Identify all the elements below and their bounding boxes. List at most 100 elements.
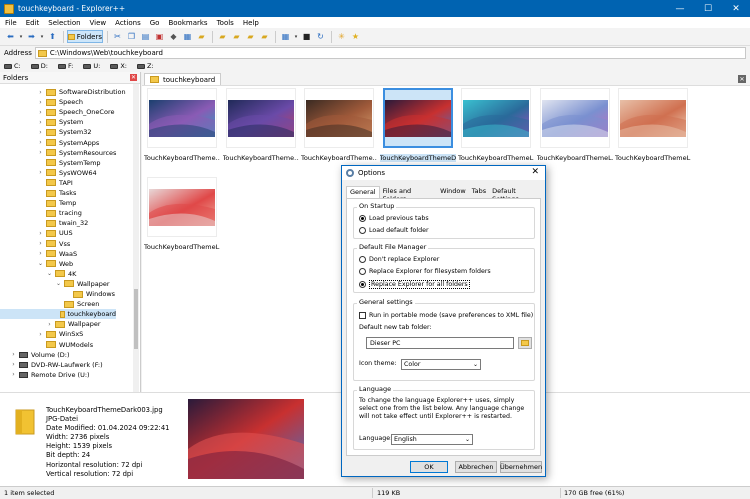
tree-item[interactable]: › Vss <box>0 239 70 249</box>
back-icon[interactable]: ⬅ <box>4 30 17 43</box>
chevron-down-icon[interactable]: ▾ <box>18 30 24 43</box>
tab-touchkeyboard[interactable]: touchkeyboard <box>144 73 222 85</box>
cut-icon[interactable]: ✂ <box>111 30 124 43</box>
tree-item[interactable]: › Speech <box>0 97 83 107</box>
menu-actions[interactable]: Actions <box>110 19 145 27</box>
add-bookmark-icon[interactable]: ✳ <box>335 30 348 43</box>
chevron-down-icon[interactable]: ⌄ <box>46 270 53 277</box>
file-thumbnail[interactable]: TouchKeyboardTheme... <box>144 86 220 166</box>
move-to-icon[interactable]: ▦ <box>181 30 194 43</box>
tree-item[interactable]: WUModels <box>0 340 93 350</box>
drive-d[interactable]: D: <box>30 62 48 70</box>
tree-item[interactable]: › SystemResources <box>0 148 116 158</box>
properties-icon[interactable]: ◆ <box>167 30 180 43</box>
ok-button[interactable]: OK <box>410 461 448 473</box>
drive-u[interactable]: U: <box>83 62 100 70</box>
file-thumbnail[interactable]: TouchKeyboardThemeL... <box>537 86 613 166</box>
minimize-button[interactable]: — <box>666 0 694 17</box>
new-folder-icon[interactable]: ▰ <box>195 30 208 43</box>
tree-item[interactable]: Temp <box>0 198 76 208</box>
folder-action-icon[interactable]: ▰ <box>258 30 271 43</box>
tree-item[interactable]: › SystemApps <box>0 138 99 148</box>
move-folder-icon[interactable]: ▰ <box>230 30 243 43</box>
close-icon[interactable]: ✕ <box>130 74 137 81</box>
tree-item[interactable]: › Speech_OneCore <box>0 107 114 117</box>
address-input[interactable]: C:\Windows\Web\touchkeyboard <box>34 47 746 59</box>
drive-c[interactable]: C: <box>4 62 21 70</box>
tab-general[interactable]: General <box>346 186 380 198</box>
chevron-right-icon[interactable]: › <box>46 321 53 328</box>
portable-mode-checkbox[interactable]: Run in portable mode (save preferences t… <box>359 312 533 319</box>
new-tab-folder-input[interactable]: Dieser PC <box>366 337 514 349</box>
load-default-folder-radio[interactable]: Load default folder <box>359 227 429 234</box>
chevron-right-icon[interactable]: › <box>10 371 17 378</box>
bookmarks-icon[interactable]: ★ <box>349 30 362 43</box>
tree-item[interactable]: twain_32 <box>0 218 88 228</box>
chevron-down-icon[interactable]: ⌄ <box>37 260 44 267</box>
chevron-right-icon[interactable]: › <box>37 250 44 257</box>
replace-filesystem-radio[interactable]: Replace Explorer for filesystem folders <box>359 268 491 275</box>
copy-icon[interactable]: ❐ <box>125 30 138 43</box>
copy-to-icon[interactable]: ▰ <box>216 30 229 43</box>
chevron-right-icon[interactable]: › <box>37 89 44 96</box>
chevron-right-icon[interactable]: › <box>37 230 44 237</box>
menu-selection[interactable]: Selection <box>43 19 84 27</box>
close-icon[interactable]: ✕ <box>531 167 539 177</box>
chevron-right-icon[interactable]: › <box>37 119 44 126</box>
file-thumbnail[interactable]: TouchKeyboardTheme... <box>301 86 377 166</box>
close-tab-icon[interactable]: ✕ <box>738 75 746 83</box>
folders-button[interactable]: Folders <box>67 30 103 43</box>
file-thumbnail[interactable]: TouchKeyboardThemeL... <box>458 86 534 166</box>
chevron-right-icon[interactable]: › <box>10 351 17 358</box>
drive-x[interactable]: X: <box>110 62 127 70</box>
tree-item[interactable]: Windows <box>0 289 115 299</box>
replace-all-folders-radio[interactable]: Replace Explorer for all folders <box>359 280 470 289</box>
tree-item[interactable]: › Wallpaper <box>0 319 100 329</box>
chevron-right-icon[interactable]: › <box>37 139 44 146</box>
close-button[interactable]: ✕ <box>722 0 750 17</box>
tree-item[interactable]: ⌄ Web <box>0 259 73 269</box>
tree-item[interactable]: › System <box>0 117 83 127</box>
tree-scrollbar[interactable] <box>133 84 139 392</box>
tree-item[interactable]: › SoftwareDistribution <box>0 87 125 97</box>
menu-view[interactable]: View <box>85 19 111 27</box>
chevron-right-icon[interactable]: › <box>37 240 44 247</box>
tab-files-and-folders[interactable]: Files and Folders <box>380 186 437 203</box>
forward-icon[interactable]: ➡ <box>25 30 38 43</box>
chevron-right-icon[interactable]: › <box>37 129 44 136</box>
chevron-right-icon[interactable]: › <box>10 361 17 368</box>
drive-f[interactable]: F: <box>57 62 73 70</box>
refresh-icon[interactable]: ↻ <box>314 30 327 43</box>
chevron-right-icon[interactable]: › <box>37 169 44 176</box>
drive-z[interactable]: Z: <box>136 62 154 70</box>
menu-help[interactable]: Help <box>238 19 263 27</box>
file-thumbnail[interactable]: TouchKeyboardTheme... <box>223 86 299 166</box>
file-thumbnail[interactable]: TouchKeyboardThemeL... <box>615 86 691 166</box>
tree-item[interactable]: › DVD-RW-Laufwerk (F:) <box>0 360 102 370</box>
tree-item[interactable]: TAPI <box>0 178 73 188</box>
tree-item[interactable]: › UUS <box>0 228 72 238</box>
file-thumbnail[interactable]: TouchKeyboardThemeL... <box>144 175 220 255</box>
icon-theme-select[interactable]: Color ⌄ <box>401 359 481 370</box>
cancel-button[interactable]: Abbrechen <box>455 461 497 473</box>
scrollbar-thumb[interactable] <box>134 289 138 349</box>
menu-file[interactable]: File <box>0 19 21 27</box>
tree-item[interactable]: Tasks <box>0 188 76 198</box>
delete-icon[interactable]: ▣ <box>153 30 166 43</box>
dont-replace-explorer-radio[interactable]: Don't replace Explorer <box>359 256 439 263</box>
apply-button[interactable]: Übernehmen <box>500 461 542 473</box>
paste-icon[interactable]: ▤ <box>139 30 152 43</box>
tree-item[interactable]: › Volume (D:) <box>0 350 69 360</box>
tab-tabs[interactable]: Tabs <box>469 186 489 198</box>
chevron-right-icon[interactable]: › <box>37 331 44 338</box>
chevron-right-icon[interactable]: › <box>37 149 44 156</box>
tree-item[interactable]: › SysWOW64 <box>0 168 96 178</box>
chevron-right-icon[interactable]: › <box>37 99 44 106</box>
tree-item[interactable]: › Remote Drive (U:) <box>0 370 89 380</box>
tree-item[interactable]: › WinSxS <box>0 329 83 339</box>
tree-item[interactable]: SystemTemp <box>0 158 101 168</box>
tree-item[interactable]: touchkeyboard <box>0 309 116 320</box>
command-prompt-icon[interactable]: ■ <box>300 30 313 43</box>
views-icon[interactable]: ▦ <box>279 30 292 43</box>
tree-item[interactable]: ⌄ 4K <box>0 269 76 279</box>
